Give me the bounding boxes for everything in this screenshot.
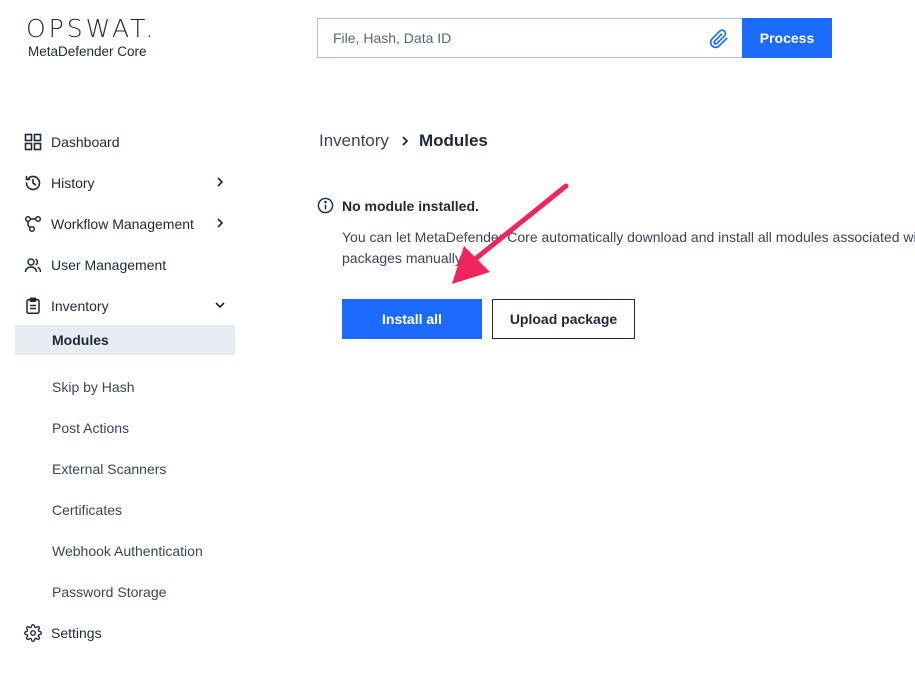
gear-icon [24,623,42,642]
sidebar-item-label: History [51,174,95,191]
sidebar-item-settings[interactable]: Settings [15,612,235,653]
sidebar-item-label: Settings [51,624,102,641]
process-button[interactable]: Process [742,18,832,58]
users-icon [24,256,42,274]
sidebar-item-inventory[interactable]: Inventory [15,285,235,326]
product-name: MetaDefender Core [28,44,147,59]
chevron-right-icon [213,216,227,230]
sidebar-subitem-certificates[interactable]: Certificates [15,489,235,530]
brand-logo[interactable]: OPSWAT. MetaDefender Core [26,14,156,59]
sidebar-item-history[interactable]: History [15,162,235,203]
clipboard-icon [24,296,42,315]
chevron-right-icon [399,135,411,147]
notice-line-1: You can let MetaDefender Core automatica… [342,229,915,245]
page-title: Modules [418,131,488,150]
sidebar-item-user-management[interactable]: User Management [15,244,235,285]
sidebar: Dashboard History Workflow Management Us… [15,121,235,653]
sidebar-subitem-webhook-authentication[interactable]: Webhook Authentication [15,530,235,571]
chevron-down-icon [213,298,227,312]
search-bar [317,18,743,58]
sidebar-subitem-external-scanners[interactable]: External Scanners [15,448,235,489]
sidebar-item-label: User Management [51,256,167,273]
sidebar-subitem-modules[interactable]: Modules [15,325,235,355]
sidebar-item-label: Dashboard [51,133,120,150]
info-icon [317,197,334,214]
workflow-icon [24,215,42,233]
upload-package-button[interactable]: Upload package [492,299,635,339]
sidebar-subitem-skip-by-hash[interactable]: Skip by Hash [15,366,235,407]
annotation-arrow-icon [452,183,569,284]
breadcrumb-inventory[interactable]: Inventory [319,131,389,151]
grid-icon [24,133,42,151]
sidebar-item-dashboard[interactable]: Dashboard [15,121,235,162]
sidebar-item-label: Inventory [51,297,109,314]
history-icon [24,174,42,192]
notice-description: You can let MetaDefender Core automatica… [342,227,915,269]
install-all-button[interactable]: Install all [342,299,482,339]
paperclip-icon[interactable] [709,29,729,49]
opswat-logo: OPSWAT. [26,14,157,43]
breadcrumb: Inventory Modules [319,131,488,151]
sidebar-subitem-password-storage[interactable]: Password Storage [15,571,235,612]
notice-line-2: packages manually. [342,250,465,266]
sidebar-item-workflow-management[interactable]: Workflow Management [15,203,235,244]
search-input[interactable] [333,30,693,46]
sidebar-item-label: Workflow Management [51,215,194,232]
sidebar-subitem-post-actions[interactable]: Post Actions [15,407,235,448]
chevron-right-icon [213,175,227,189]
